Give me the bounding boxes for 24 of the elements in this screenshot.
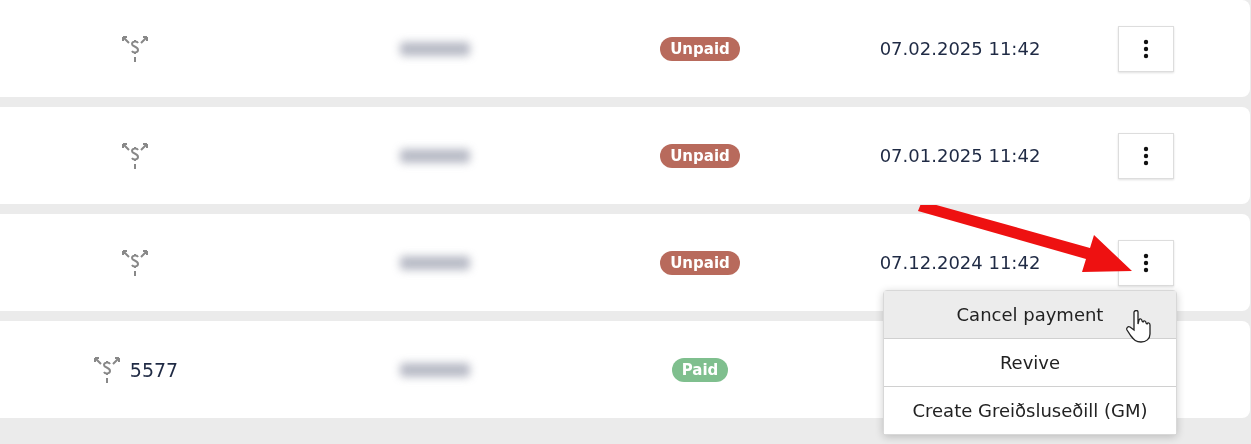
payment-date: 07.01.2025 11:42 (879, 145, 1041, 166)
blurred-amount (400, 41, 470, 56)
payment-reference: 5577 (129, 358, 179, 381)
menu-item[interactable]: Create Greiðsluseðill (GM) (884, 387, 1176, 434)
menu-item[interactable]: Cancel payment (884, 291, 1176, 339)
menu-item[interactable]: Revive (884, 339, 1176, 387)
split-payment-icon (91, 354, 122, 385)
payment-date: 07.02.2025 11:42 (879, 38, 1041, 59)
status-badge: Unpaid (660, 143, 740, 168)
blurred-amount (400, 148, 470, 163)
more-icon (1143, 38, 1149, 59)
split-payment-icon (120, 140, 150, 171)
more-icon (1143, 145, 1149, 166)
split-payment-icon (120, 247, 150, 278)
blurred-amount (400, 362, 470, 377)
more-icon (1143, 252, 1149, 273)
payment-date: 07.12.2024 11:42 (879, 252, 1041, 273)
split-payment-icon (120, 33, 150, 64)
status-badge: Paid (671, 357, 729, 382)
more-button[interactable] (1118, 239, 1174, 286)
status-badge: Unpaid (660, 36, 740, 61)
status-badge: Unpaid (660, 250, 740, 275)
hand-cursor-icon (1126, 310, 1152, 344)
blurred-amount (400, 255, 470, 270)
